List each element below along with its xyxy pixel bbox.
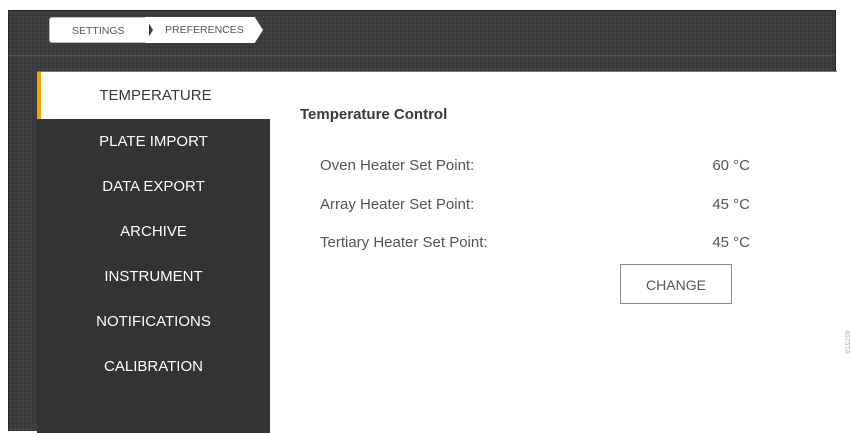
settings-panel: TEMPERATURE PLATE IMPORT DATA EXPORT ARC… bbox=[37, 71, 837, 433]
setting-label: Oven Heater Set Point: bbox=[320, 157, 475, 174]
setting-value: 60 °C bbox=[712, 157, 750, 174]
figure-id-watermark: 4075TA bbox=[843, 330, 850, 354]
setting-row-array: Array Heater Set Point: 45 °C bbox=[320, 196, 750, 218]
setting-row-oven: Oven Heater Set Point: 60 °C bbox=[320, 157, 750, 179]
sidebar-item-archive[interactable]: ARCHIVE bbox=[37, 209, 270, 254]
sidebar: TEMPERATURE PLATE IMPORT DATA EXPORT ARC… bbox=[37, 72, 270, 433]
app-window: SETTINGS PREFERENCES TEMPERATURE PLATE I… bbox=[8, 10, 837, 433]
breadcrumb-preferences[interactable]: PREFERENCES bbox=[145, 17, 263, 43]
sidebar-item-data-export[interactable]: DATA EXPORT bbox=[37, 164, 270, 209]
header-divider bbox=[9, 55, 835, 60]
breadcrumb: SETTINGS PREFERENCES bbox=[49, 17, 263, 43]
change-button[interactable]: CHANGE bbox=[620, 264, 732, 304]
section-title: Temperature Control bbox=[300, 106, 448, 123]
setting-value: 45 °C bbox=[712, 234, 750, 251]
sidebar-item-temperature[interactable]: TEMPERATURE bbox=[37, 72, 270, 119]
setting-row-tertiary: Tertiary Heater Set Point: 45 °C bbox=[320, 234, 750, 256]
sidebar-item-instrument[interactable]: INSTRUMENT bbox=[37, 254, 270, 299]
setting-label: Array Heater Set Point: bbox=[320, 196, 475, 213]
setting-value: 45 °C bbox=[712, 196, 750, 213]
sidebar-item-plate-import[interactable]: PLATE IMPORT bbox=[37, 119, 270, 164]
breadcrumb-settings[interactable]: SETTINGS bbox=[49, 17, 149, 43]
sidebar-item-notifications[interactable]: NOTIFICATIONS bbox=[37, 299, 270, 344]
temperature-content: Temperature Control Oven Heater Set Poin… bbox=[270, 72, 837, 433]
setting-label: Tertiary Heater Set Point: bbox=[320, 234, 488, 251]
sidebar-item-calibration[interactable]: CALIBRATION bbox=[37, 344, 270, 389]
